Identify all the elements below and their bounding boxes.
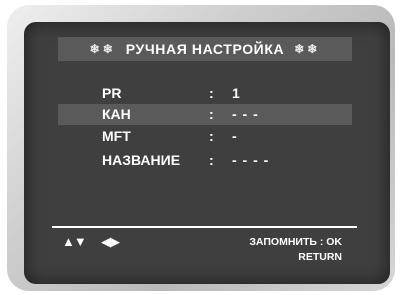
row-label: КАН (102, 106, 131, 122)
snowflake-icon-left: ❄❄ (89, 42, 116, 56)
menu-title-bar: ❄❄ РУЧНАЯ НАСТРОЙКА ❄❄ (58, 37, 352, 61)
save-ok-hint: ЗАПОМНИТЬ : OK (249, 236, 342, 248)
row-value: - (232, 128, 238, 144)
row-label: PR (102, 85, 122, 101)
up-down-arrows-icon: ▲▼ (62, 234, 87, 249)
menu-row-name[interactable]: НАЗВАНИЕ : - - - - (0, 150, 400, 171)
row-label: НАЗВАНИЕ (102, 152, 181, 168)
row-separator: : (209, 106, 214, 122)
menu-row-mft[interactable]: MFT : - (0, 126, 400, 147)
row-value: 1 (232, 85, 241, 101)
footer-divider (52, 226, 357, 228)
return-hint: RETURN (298, 251, 342, 263)
menu-row-kan[interactable]: КАН : - - - (58, 104, 352, 125)
left-right-arrows-icon: ◀▶ (100, 234, 120, 249)
menu-title: РУЧНАЯ НАСТРОЙКА (125, 41, 285, 57)
menu-row-pr[interactable]: PR : 1 (0, 83, 400, 104)
row-separator: : (209, 85, 214, 101)
row-separator: : (209, 152, 214, 168)
navigation-hints: ▲▼ ◀▶ (62, 234, 120, 250)
row-value: - - - - (232, 152, 270, 168)
snowflake-icon-right: ❄❄ (294, 42, 321, 56)
row-label: MFT (102, 128, 131, 144)
row-value: - - - (232, 106, 259, 122)
row-separator: : (209, 128, 214, 144)
